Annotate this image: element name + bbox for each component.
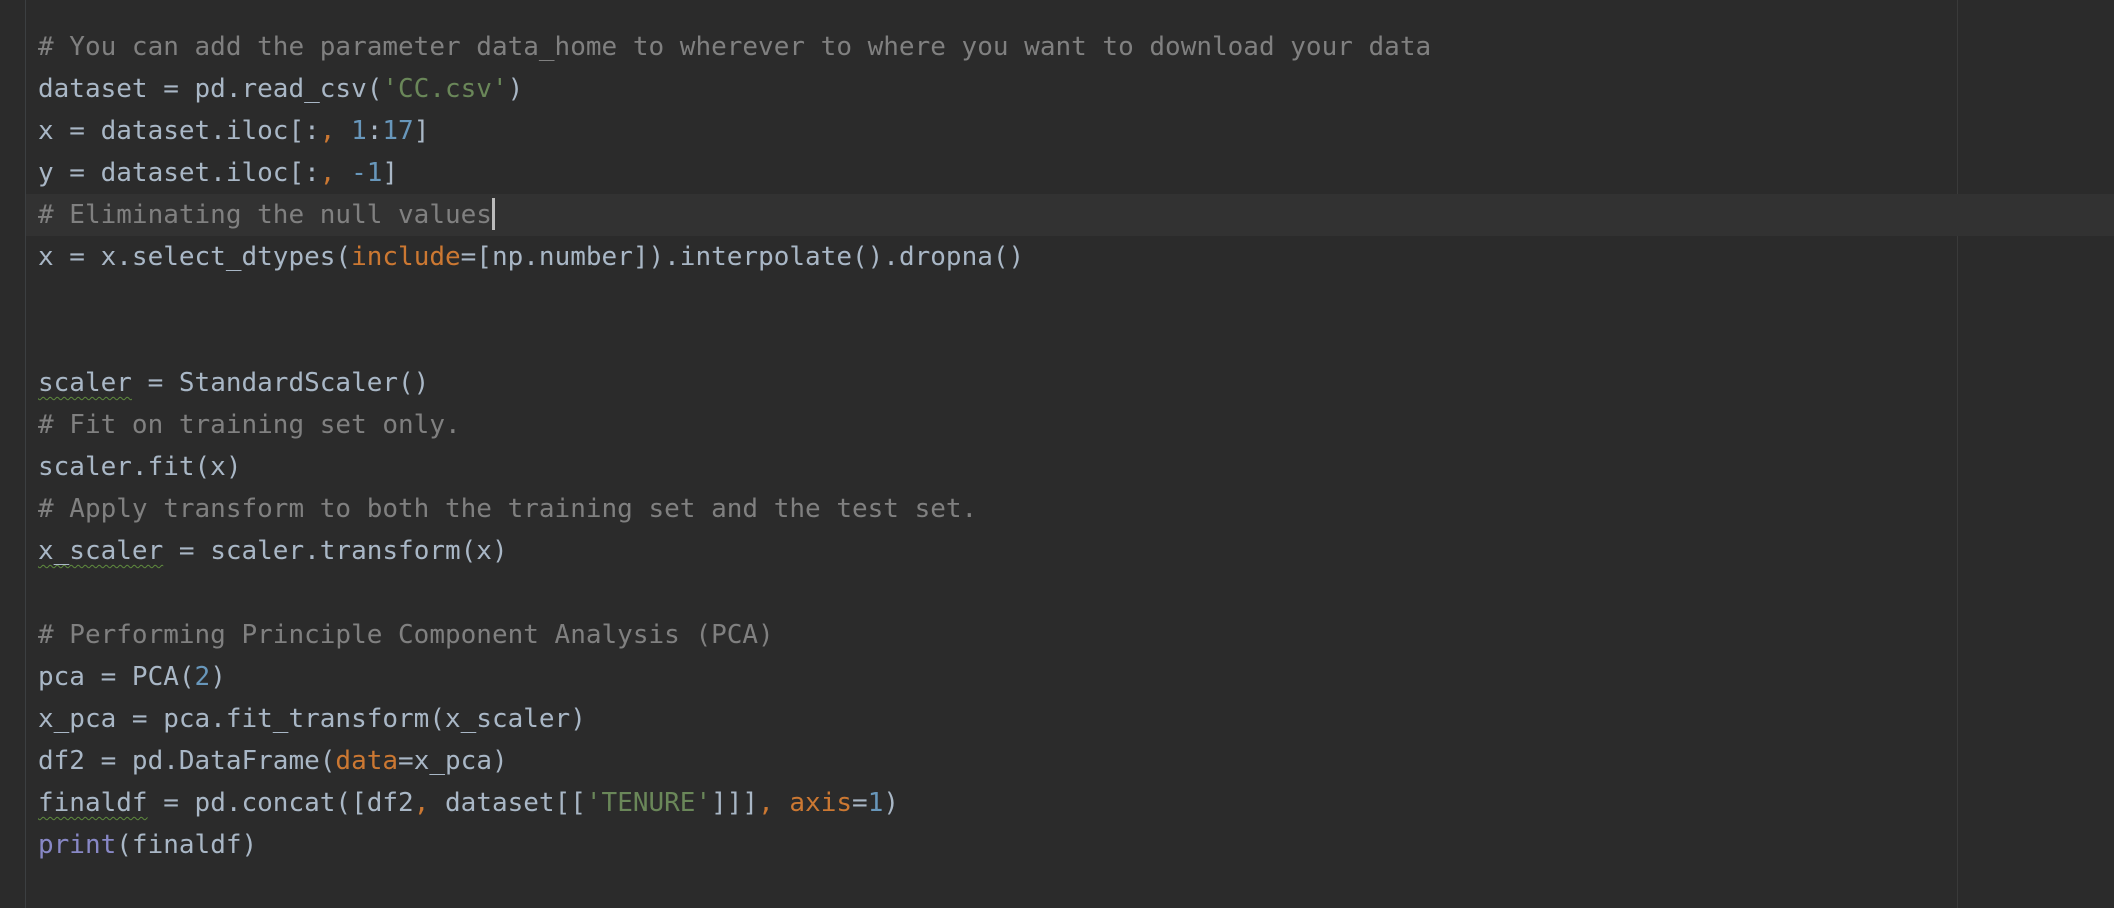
- code-line[interactable]: # You can add the parameter data_home to…: [38, 26, 1431, 68]
- code-token: ,: [319, 116, 352, 146]
- code-token: =[np.number]).interpolate().dropna(): [460, 242, 1025, 272]
- code-token: ,: [413, 788, 445, 818]
- code-line[interactable]: scaler = StandardScaler(): [38, 362, 1431, 404]
- code-token: ,: [319, 158, 352, 188]
- code-token: ): [210, 662, 226, 692]
- code-token: 'CC.csv': [382, 74, 508, 104]
- code-token: # You can add the parameter data_home to…: [38, 32, 1432, 62]
- code-line[interactable]: # Fit on training set only.: [38, 404, 1431, 446]
- code-line[interactable]: x = x.select_dtypes(include=[np.number])…: [38, 236, 1431, 278]
- code-token: df2 = pd.DataFrame(: [38, 746, 336, 776]
- code-line[interactable]: [38, 278, 1431, 320]
- code-token: ,: [758, 788, 790, 818]
- code-token: # Apply transform to both the training s…: [38, 494, 978, 524]
- code-token: # Performing Principle Component Analysi…: [38, 620, 774, 650]
- code-token: ]: [382, 158, 399, 188]
- code-line[interactable]: x = dataset.iloc[:, 1:17]: [38, 110, 1431, 152]
- right-margin-guide: [1957, 0, 1958, 908]
- code-token: scaler.fit(x): [38, 452, 242, 482]
- code-token: 17: [382, 116, 414, 146]
- code-token: x = x.select_dtypes(: [38, 242, 352, 272]
- code-token: ): [507, 74, 524, 104]
- code-line[interactable]: pca = PCA(2): [38, 656, 1431, 698]
- code-token: # Fit on training set only.: [38, 410, 461, 440]
- code-token: :: [366, 116, 383, 146]
- code-token: =: [852, 788, 868, 818]
- code-area[interactable]: # You can add the parameter data_home to…: [38, 26, 1431, 866]
- code-token: (finaldf): [116, 830, 258, 860]
- code-token: x = dataset.iloc[:: [38, 116, 320, 146]
- code-line[interactable]: print(finaldf): [38, 824, 1431, 866]
- code-token: dataset[[: [445, 788, 586, 818]
- code-token: pca = PCA(: [38, 662, 195, 692]
- code-token: 1: [867, 788, 884, 818]
- code-editor[interactable]: # You can add the parameter data_home to…: [0, 0, 2114, 908]
- code-line[interactable]: df2 = pd.DataFrame(data=x_pca): [38, 740, 1431, 782]
- code-token: dataset = pd.read_csv(: [38, 74, 383, 104]
- code-token: 'TENURE': [585, 788, 712, 818]
- code-token: =x_pca): [398, 746, 508, 776]
- code-line[interactable]: # Apply transform to both the training s…: [38, 488, 1431, 530]
- code-token: 2: [194, 662, 211, 692]
- code-token: x_scaler: [38, 536, 164, 566]
- code-line[interactable]: scaler.fit(x): [38, 446, 1431, 488]
- code-token: axis: [789, 788, 853, 818]
- code-token: y = dataset.iloc[:: [38, 158, 320, 188]
- code-line[interactable]: x_pca = pca.fit_transform(x_scaler): [38, 698, 1431, 740]
- code-token: x_pca = pca.fit_transform(x_scaler): [38, 704, 586, 734]
- code-line[interactable]: y = dataset.iloc[:, -1]: [38, 152, 1431, 194]
- code-token: -1: [351, 158, 383, 188]
- code-token: = scaler.transform(x): [163, 536, 508, 566]
- code-token: ]: [413, 116, 430, 146]
- code-token: 1: [351, 116, 367, 146]
- code-token: print: [38, 830, 117, 860]
- code-token: scaler: [38, 368, 132, 398]
- code-token: ): [883, 788, 899, 818]
- gutter-divider: [25, 0, 26, 908]
- code-line[interactable]: dataset = pd.read_csv('CC.csv'): [38, 68, 1431, 110]
- code-line[interactable]: x_scaler = scaler.transform(x): [38, 530, 1431, 572]
- code-line[interactable]: [38, 572, 1431, 614]
- code-line[interactable]: # Eliminating the null values: [38, 194, 1431, 236]
- code-line[interactable]: [38, 320, 1431, 362]
- code-token: # Eliminating the null values: [38, 200, 492, 230]
- code-token: = StandardScaler(): [131, 368, 430, 398]
- code-token: data: [335, 746, 399, 776]
- text-cursor: [491, 197, 495, 230]
- code-token: include: [351, 242, 461, 272]
- code-token: finaldf: [38, 788, 148, 818]
- code-line[interactable]: finaldf = pd.concat([df2, dataset[['TENU…: [38, 782, 1431, 824]
- code-line[interactable]: # Performing Principle Component Analysi…: [38, 614, 1431, 656]
- code-token: = pd.concat([df2: [147, 788, 414, 818]
- code-token: ]]]: [711, 788, 759, 818]
